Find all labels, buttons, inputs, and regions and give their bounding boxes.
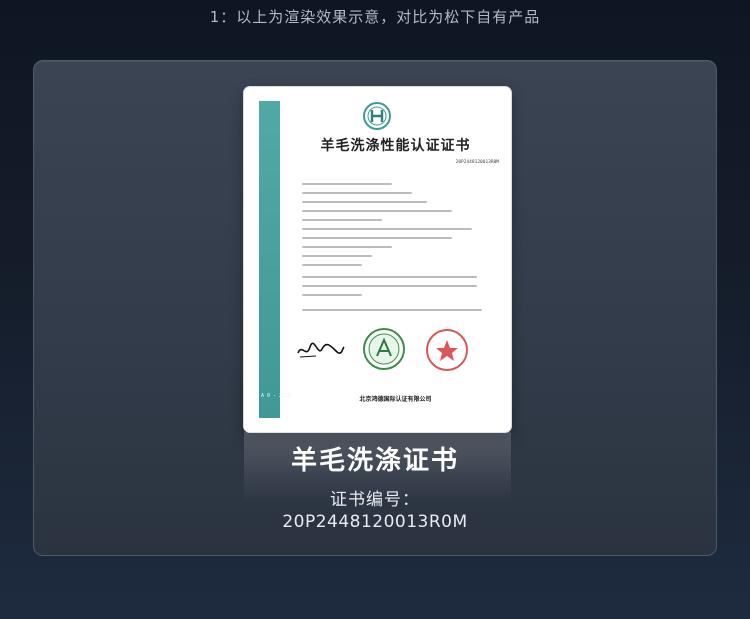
text-line <box>302 276 477 278</box>
text-line <box>302 294 362 296</box>
text-line <box>302 228 472 230</box>
caption-number-label: 证书编号： <box>330 490 420 510</box>
certificate-issuer: 北京鸿德国际认证有限公司 <box>359 396 432 403</box>
certificate-title: 羊毛洗涤性能认证证书 <box>320 138 471 154</box>
text-line <box>302 201 427 203</box>
text-line <box>302 285 477 287</box>
text-line <box>302 264 362 266</box>
text-line <box>302 210 452 212</box>
red-stamp-icon <box>426 329 468 371</box>
text-line <box>302 192 412 194</box>
text-line <box>302 183 392 185</box>
signature <box>297 342 345 358</box>
certificate-image: A 0 - 2018 羊毛洗涤性能认证证书 20P2448120013R0M 北… <box>244 87 511 432</box>
top-note: 1：以上为渲染效果示意，对比为松下自有产品 <box>209 8 541 26</box>
caption-number: 20P2448120013R0M <box>282 512 468 532</box>
accreditation-seal-icon <box>363 328 405 370</box>
certificate-side-bar <box>259 101 280 418</box>
text-line <box>302 219 382 221</box>
caption-title: 羊毛洗涤证书 <box>290 446 459 476</box>
certificate-logo-icon <box>363 102 391 130</box>
certificate-small-number: 20P2448120013R0M <box>455 160 499 165</box>
text-line <box>302 246 392 248</box>
text-line <box>302 255 372 257</box>
text-line <box>302 309 482 311</box>
text-line <box>302 237 452 239</box>
